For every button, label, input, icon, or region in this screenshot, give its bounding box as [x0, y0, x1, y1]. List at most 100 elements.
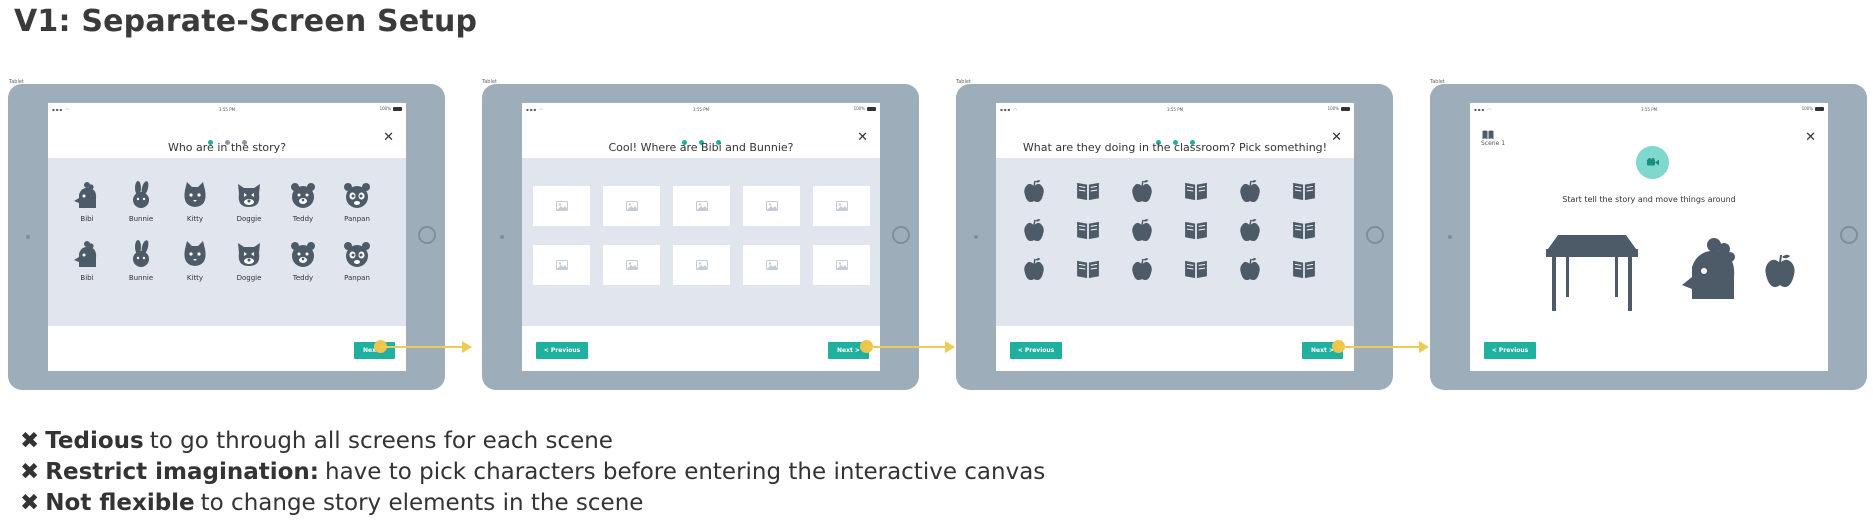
character-grid: Bibi Bunnie Kitty Doggie Teddy Panpan Bibi Bunn… [60, 180, 384, 282]
apple-icon[interactable] [1764, 253, 1796, 289]
location-option[interactable] [603, 245, 660, 285]
apple-icon[interactable] [1130, 217, 1154, 243]
screen-what: ▪▪▪ ◠ 3:55 PM 100% What are they doing i… [996, 103, 1354, 371]
con-text: to change story elements in the scene [200, 489, 644, 516]
image-placeholder-icon [695, 201, 708, 211]
location-option[interactable] [743, 186, 800, 226]
location-option[interactable] [673, 245, 730, 285]
character-option[interactable]: Kitty [168, 239, 222, 282]
character-option[interactable]: Bibi [60, 239, 114, 282]
previous-button[interactable]: < Previous [1010, 342, 1062, 359]
close-icon[interactable]: ✕ [1331, 130, 1342, 145]
apple-icon[interactable] [1130, 178, 1154, 204]
bunny-icon [126, 239, 156, 273]
apple-icon[interactable] [1238, 256, 1262, 282]
character-option[interactable]: Bunnie [114, 180, 168, 223]
panda-icon [342, 180, 372, 214]
home-button[interactable] [1366, 226, 1384, 244]
character-name: Panpan [344, 274, 370, 282]
apple-icon[interactable] [1022, 178, 1046, 204]
book-icon[interactable] [1292, 178, 1316, 204]
signal-icon: ▪▪▪ ◠ [52, 107, 70, 112]
home-button[interactable] [1840, 226, 1858, 244]
home-button[interactable] [418, 226, 436, 244]
cross-icon: ✖ [20, 458, 40, 485]
cons-list: ✖ Tedious to go through all screens for ea… [20, 425, 1045, 518]
battery-text: 100% [379, 106, 391, 111]
character-option[interactable]: Panpan [330, 180, 384, 223]
home-button[interactable] [892, 226, 910, 244]
apple-icon[interactable] [1238, 178, 1262, 204]
bunny-icon [126, 180, 156, 214]
battery-text: 100% [853, 106, 865, 111]
book-icon[interactable] [1292, 256, 1316, 282]
dog-icon [234, 180, 264, 214]
character-option[interactable]: Panpan [330, 239, 384, 282]
status-time: 3:55 PM [1166, 107, 1184, 112]
character-option[interactable]: Doggie [222, 239, 276, 282]
apple-icon[interactable] [1238, 217, 1262, 243]
image-placeholder-icon [555, 260, 568, 270]
location-option[interactable] [533, 186, 590, 226]
question-text: What are they doing in the classroom? Pi… [1022, 141, 1328, 154]
image-placeholder-icon [695, 260, 708, 270]
character-name: Kitty [186, 215, 204, 223]
book-icon[interactable] [1076, 217, 1100, 243]
record-video-button[interactable] [1636, 146, 1669, 179]
signal-icon: ▪▪▪ ◠ [1000, 107, 1018, 112]
status-time: 3:55 PM [218, 107, 236, 112]
location-option[interactable] [533, 245, 590, 285]
book-icon[interactable] [1076, 178, 1100, 204]
character-name: Kitty [186, 274, 204, 282]
book-icon[interactable] [1292, 217, 1316, 243]
camera-dot [500, 235, 504, 239]
bear-icon [288, 180, 318, 214]
apple-icon[interactable] [1022, 217, 1046, 243]
book-icon[interactable] [1184, 217, 1208, 243]
character-option[interactable]: Teddy [276, 239, 330, 282]
location-option[interactable] [673, 186, 730, 226]
apple-icon[interactable] [1130, 256, 1154, 282]
previous-button[interactable]: < Previous [536, 342, 588, 359]
con-bold: Tedious [45, 427, 144, 454]
battery-text: 100% [1327, 106, 1339, 111]
con-bold: Not flexible [45, 489, 195, 516]
character-name: Bibi [80, 274, 94, 282]
character-option[interactable]: Teddy [276, 180, 330, 223]
tablet-frame-4: ▪▪▪ ◠ 3:55 PM 100% Scene 1 ✕ Start tell … [1430, 84, 1867, 390]
character-option[interactable]: Kitty [168, 180, 222, 223]
chicken-icon[interactable] [1680, 237, 1738, 301]
location-option[interactable] [813, 186, 870, 226]
book-icon[interactable] [1076, 256, 1100, 282]
character-name: Doggie [236, 215, 262, 223]
cross-icon: ✖ [20, 427, 40, 454]
image-placeholder-icon [625, 260, 638, 270]
location-option[interactable] [813, 245, 870, 285]
image-placeholder-icon [555, 201, 568, 211]
book-icon[interactable] [1184, 256, 1208, 282]
image-placeholder-icon [835, 260, 848, 270]
location-option[interactable] [743, 245, 800, 285]
book-icon[interactable] [1184, 178, 1208, 204]
character-option[interactable]: Doggie [222, 180, 276, 223]
close-icon[interactable]: ✕ [383, 130, 394, 145]
close-icon[interactable]: ✕ [857, 130, 868, 145]
previous-button[interactable]: < Previous [1484, 342, 1536, 359]
con-text: to go through all screens for each scene [149, 427, 613, 454]
character-option[interactable]: Bibi [60, 180, 114, 223]
desk-icon[interactable] [1544, 233, 1640, 313]
close-icon[interactable]: ✕ [1805, 130, 1816, 145]
cat-icon [180, 180, 210, 214]
apple-icon[interactable] [1022, 256, 1046, 282]
character-panel: Bibi Bunnie Kitty Doggie Teddy Panpan Bibi Bunn… [48, 158, 406, 326]
video-camera-icon [1646, 158, 1659, 166]
panda-icon [342, 239, 372, 273]
status-bar: ▪▪▪ ◠ 3:55 PM 100% [522, 105, 880, 113]
location-option[interactable] [603, 186, 660, 226]
battery-icon: 100% [380, 106, 402, 111]
character-option[interactable]: Bunnie [114, 239, 168, 282]
character-name: Doggie [236, 274, 262, 282]
flow-arrow-3 [1332, 340, 1429, 353]
status-bar: ▪▪▪ ◠ 3:55 PM 100% [48, 105, 406, 113]
con-item: ✖ Tedious to go through all screens for ea… [20, 425, 1045, 456]
